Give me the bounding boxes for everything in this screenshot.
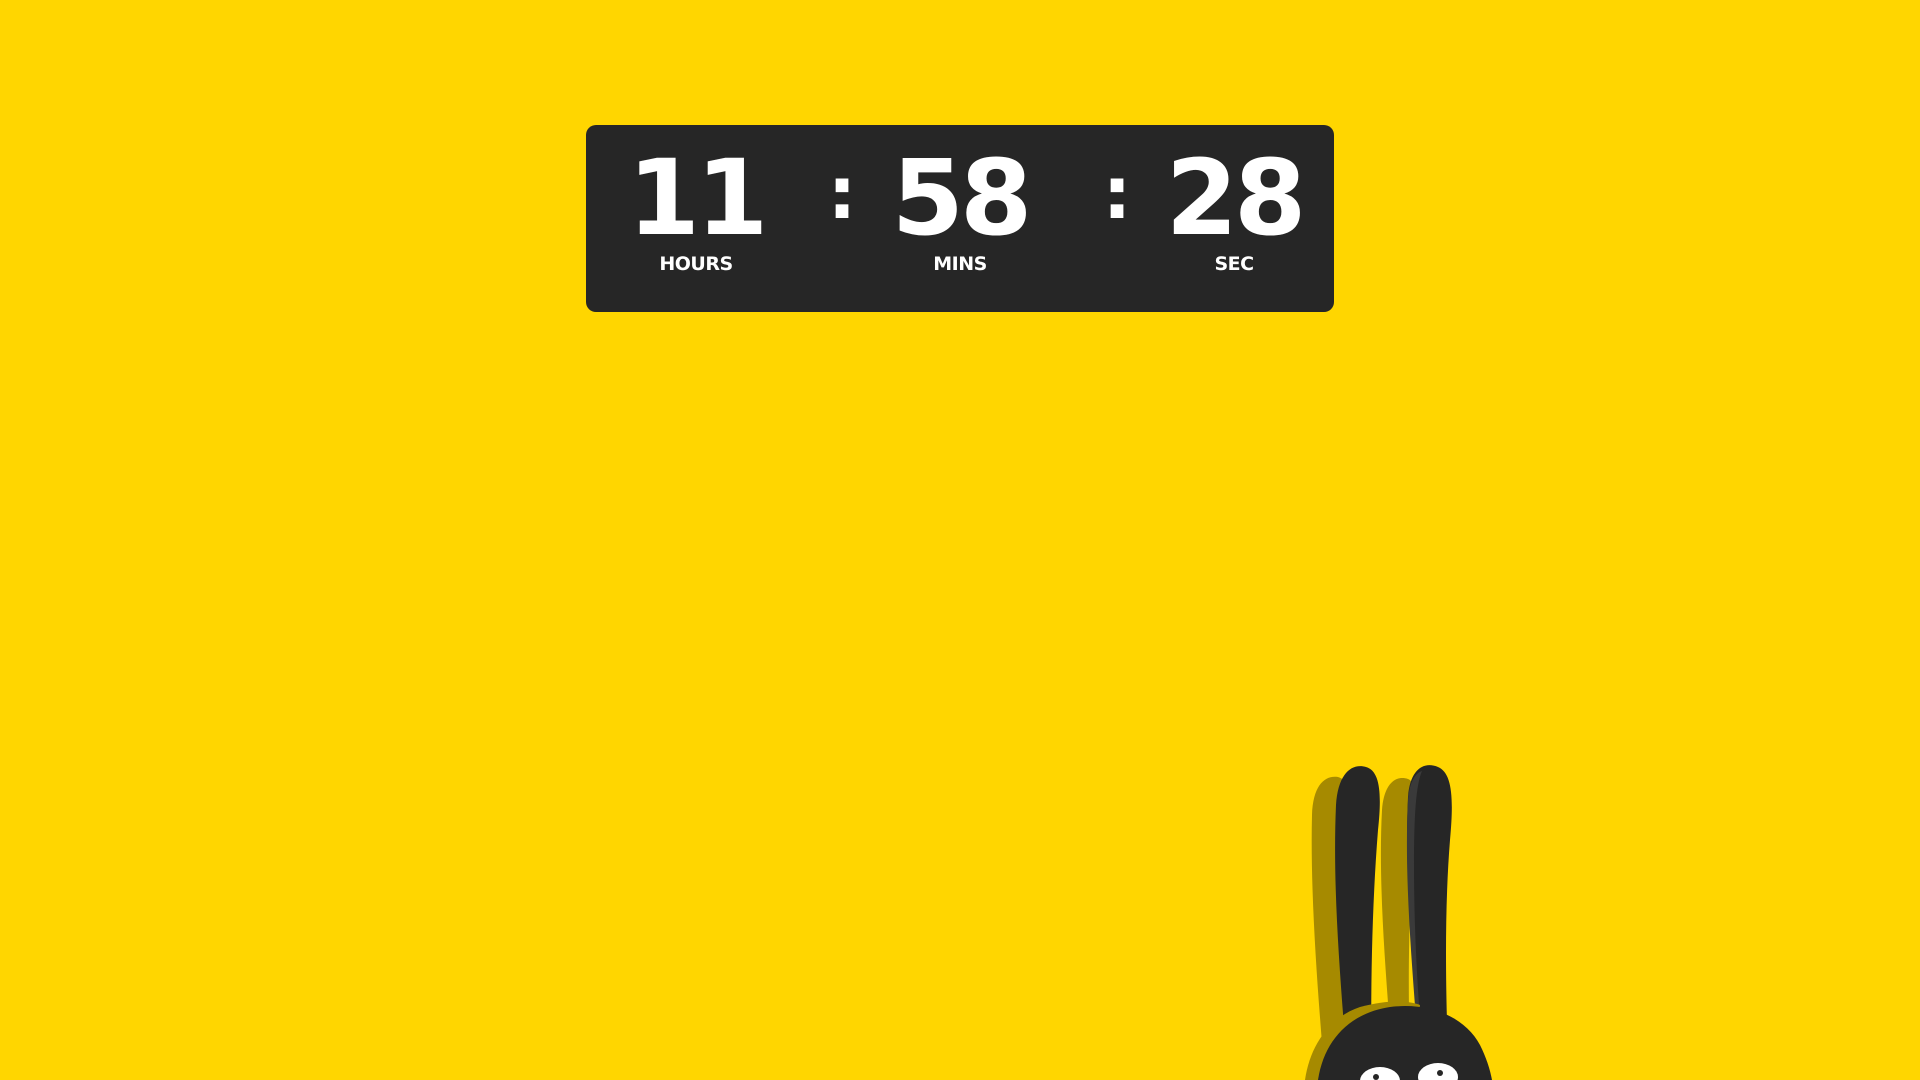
hours-value: 11	[627, 137, 769, 259]
bunny-illustration	[1305, 765, 1492, 1080]
bunny-pupil-right	[1437, 1070, 1443, 1076]
minutes-unit: 58 MINS	[850, 125, 1070, 312]
seconds-unit: 28 SEC	[1124, 125, 1344, 312]
bunny-pupil-left	[1373, 1074, 1379, 1080]
countdown-timer: 11 HOURS : 58 MINS : 28 SEC	[586, 125, 1334, 312]
hours-unit: 11 HOURS	[586, 125, 806, 312]
hours-label: HOURS	[659, 253, 733, 275]
minutes-label: MINS	[933, 253, 987, 275]
minutes-value: 58	[891, 137, 1033, 259]
seconds-value: 28	[1165, 137, 1307, 259]
seconds-label: SEC	[1214, 253, 1254, 275]
